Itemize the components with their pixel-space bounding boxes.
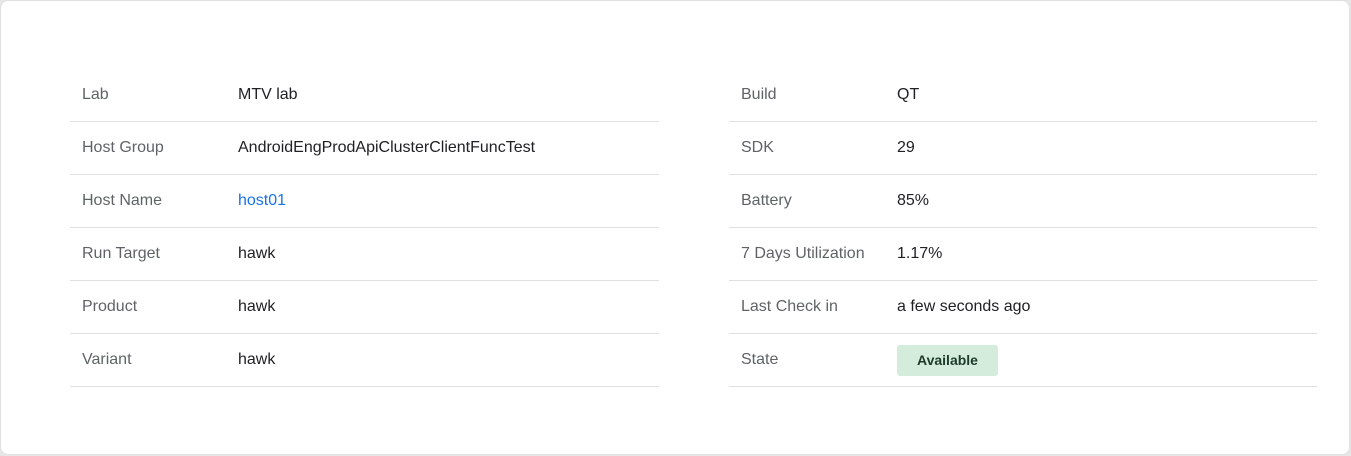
state-badge: Available xyxy=(897,344,998,376)
host-name-row: Host Name host01 xyxy=(70,175,659,228)
state-row: State Available xyxy=(729,334,1317,387)
last-check-in-label: Last Check in xyxy=(741,298,838,315)
battery-value: 85% xyxy=(897,192,930,209)
host-group-value: AndroidEngProdApiClusterClientFuncTest xyxy=(238,139,536,156)
host-group-label: Host Group xyxy=(82,139,164,156)
build-label: Build xyxy=(741,86,777,103)
last-check-in-row: Last Check in a few seconds ago xyxy=(729,281,1317,334)
sdk-row: SDK 29 xyxy=(729,122,1317,175)
product-value: hawk xyxy=(238,298,276,315)
battery-row: Battery 85% xyxy=(729,175,1317,228)
last-check-in-value: a few seconds ago xyxy=(897,298,1031,315)
host-group-row: Host Group AndroidEngProdApiClusterClien… xyxy=(70,122,659,175)
build-value: QT xyxy=(897,86,920,103)
utilization-value: 1.17% xyxy=(897,245,943,262)
host-name-label: Host Name xyxy=(82,192,163,209)
sdk-value: 29 xyxy=(897,139,915,156)
device-info-left-column: Lab MTV lab Host Group AndroidEngProdApi… xyxy=(70,69,659,387)
variant-row: Variant hawk xyxy=(70,334,659,387)
lab-label: Lab xyxy=(82,86,109,103)
utilization-row: 7 Days Utilization 1.17% xyxy=(729,228,1317,281)
device-info-right-column: Build QT SDK 29 Battery 85% 7 Days Utili… xyxy=(729,69,1317,387)
device-details-card: Lab MTV lab Host Group AndroidEngProdApi… xyxy=(0,0,1350,455)
host-name-link[interactable]: host01 xyxy=(238,192,286,210)
run-target-row: Run Target hawk xyxy=(70,228,659,281)
lab-value: MTV lab xyxy=(238,86,298,103)
product-label: Product xyxy=(82,298,138,315)
sdk-label: SDK xyxy=(741,139,774,156)
utilization-label: 7 Days Utilization xyxy=(741,245,865,262)
lab-row: Lab MTV lab xyxy=(70,69,659,122)
build-row: Build QT xyxy=(729,69,1317,122)
battery-label: Battery xyxy=(741,192,792,209)
variant-value: hawk xyxy=(238,351,276,368)
product-row: Product hawk xyxy=(70,281,659,334)
state-label: State xyxy=(741,351,779,368)
run-target-label: Run Target xyxy=(82,245,160,262)
variant-label: Variant xyxy=(82,351,132,368)
run-target-value: hawk xyxy=(238,245,276,262)
